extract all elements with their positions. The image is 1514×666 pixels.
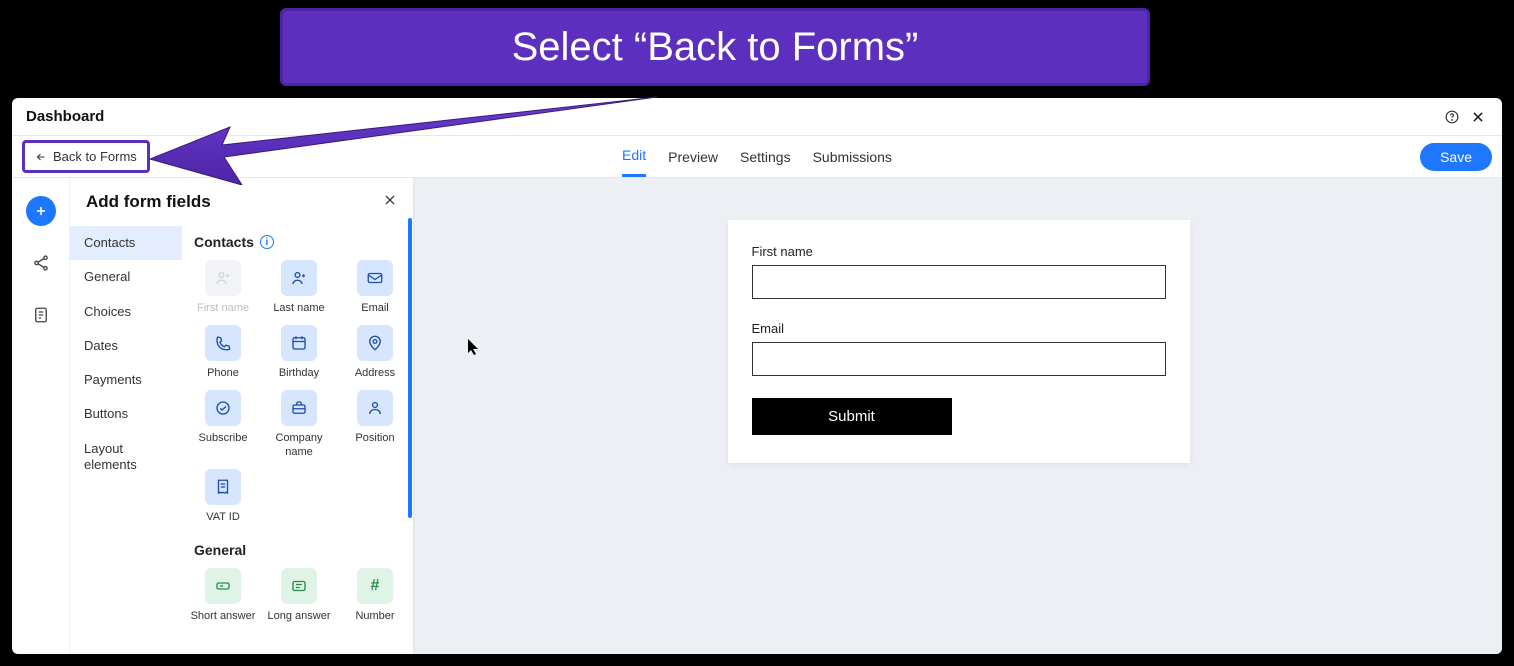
back-to-forms-label: Back to Forms xyxy=(53,149,137,164)
category-contacts[interactable]: Contacts xyxy=(70,226,182,260)
field-short-answer[interactable]: Short answer xyxy=(190,568,256,623)
share-icon xyxy=(32,254,50,272)
tab-settings[interactable]: Settings xyxy=(740,136,791,177)
back-to-forms-button[interactable]: Back to Forms xyxy=(22,140,150,173)
email-label: Email xyxy=(752,321,1166,336)
panel-close-button[interactable] xyxy=(383,193,397,212)
email-input[interactable] xyxy=(752,342,1166,376)
arrow-left-icon xyxy=(35,151,47,163)
close-dashboard-button[interactable] xyxy=(1468,107,1488,127)
page-title: Dashboard xyxy=(26,108,104,125)
category-dates[interactable]: Dates xyxy=(70,329,182,363)
app-window: Dashboard Back to Forms Edit Preview Set… xyxy=(12,98,1502,654)
check-circle-icon xyxy=(214,399,232,417)
form-icon xyxy=(32,306,50,324)
plus-icon xyxy=(34,204,48,218)
panel-header: Add form fields xyxy=(70,178,413,222)
phone-icon xyxy=(214,334,232,352)
field-category-list: Contacts General Choices Dates Payments … xyxy=(70,222,182,654)
first-name-label: First name xyxy=(752,244,1166,259)
category-layout-elements[interactable]: Layout elements xyxy=(70,432,182,483)
category-general[interactable]: General xyxy=(70,260,182,294)
receipt-icon xyxy=(214,478,232,496)
form-preview-card: First name Email Submit xyxy=(728,220,1190,463)
hash-icon: # xyxy=(371,577,380,595)
envelope-icon xyxy=(366,269,384,287)
person-add-icon xyxy=(290,269,308,287)
panel-title: Add form fields xyxy=(86,192,211,212)
info-icon[interactable]: i xyxy=(260,235,274,249)
text-box-long-icon xyxy=(290,577,308,595)
tab-submissions[interactable]: Submissions xyxy=(813,136,892,177)
field-number[interactable]: # Number xyxy=(342,568,408,623)
left-rail xyxy=(12,178,70,654)
save-button[interactable]: Save xyxy=(1420,143,1492,171)
editor-navbar: Back to Forms Edit Preview Settings Subm… xyxy=(12,136,1502,178)
category-payments[interactable]: Payments xyxy=(70,363,182,397)
first-name-input[interactable] xyxy=(752,265,1166,299)
add-button[interactable] xyxy=(26,196,56,226)
field-long-answer[interactable]: Long answer xyxy=(266,568,332,623)
field-position[interactable]: Position xyxy=(342,390,408,458)
instruction-text: Select “Back to Forms” xyxy=(512,25,919,70)
field-address[interactable]: Address xyxy=(342,325,408,380)
field-vat-id[interactable]: VAT ID xyxy=(190,469,256,524)
field-last-name[interactable]: Last name xyxy=(266,260,332,315)
form-list-button[interactable] xyxy=(26,300,56,330)
panel-scrollbar[interactable] xyxy=(408,218,412,518)
instruction-callout: Select “Back to Forms” xyxy=(280,8,1150,86)
briefcase-icon xyxy=(290,399,308,417)
field-email[interactable]: Email xyxy=(342,260,408,315)
editor-tabs: Edit Preview Settings Submissions xyxy=(622,136,892,177)
help-icon xyxy=(1445,110,1459,124)
close-icon xyxy=(383,193,397,207)
close-icon xyxy=(1471,110,1485,124)
map-pin-icon xyxy=(366,334,384,352)
category-choices[interactable]: Choices xyxy=(70,295,182,329)
cursor-icon xyxy=(467,338,481,359)
field-phone[interactable]: Phone xyxy=(190,325,256,380)
field-first-name[interactable]: First name xyxy=(190,260,256,315)
titlebar: Dashboard xyxy=(12,98,1502,136)
person-icon xyxy=(366,399,384,417)
submit-button[interactable]: Submit xyxy=(752,398,952,435)
form-canvas[interactable]: First name Email Submit xyxy=(415,178,1502,654)
text-box-short-icon xyxy=(214,577,232,595)
editor-body: Add form fields Contacts General Choices… xyxy=(12,178,1502,654)
section-contacts-title: Contacts i xyxy=(194,234,401,250)
field-birthday[interactable]: Birthday xyxy=(266,325,332,380)
field-company-name[interactable]: Company name xyxy=(266,390,332,458)
share-button[interactable] xyxy=(26,248,56,278)
add-fields-panel: Add form fields Contacts General Choices… xyxy=(70,178,415,654)
section-general-title: General xyxy=(194,542,401,558)
person-add-icon xyxy=(214,269,232,287)
help-button[interactable] xyxy=(1442,107,1462,127)
field-subscribe[interactable]: Subscribe xyxy=(190,390,256,458)
calendar-icon xyxy=(290,334,308,352)
field-tiles-area: Contacts i First name Last name xyxy=(182,222,413,654)
tab-edit[interactable]: Edit xyxy=(622,136,646,177)
category-buttons[interactable]: Buttons xyxy=(70,397,182,431)
tab-preview[interactable]: Preview xyxy=(668,136,718,177)
